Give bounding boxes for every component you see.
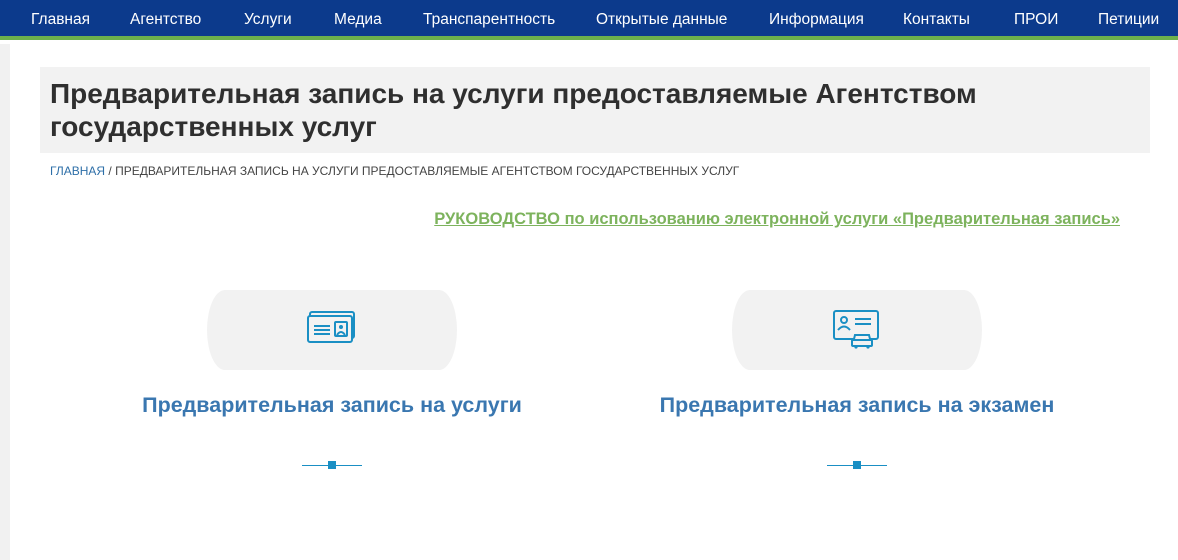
user-guide-link[interactable]: РУКОВОДСТВО по использованию электронной…	[434, 210, 1120, 229]
page-title: Предварительная запись на услуги предост…	[50, 78, 977, 142]
divider-dot	[853, 461, 861, 469]
services-divider	[302, 461, 362, 469]
nav-item-agency[interactable]: Агентство	[130, 11, 201, 29]
page-title-box: Предварительная запись на услуги предост…	[40, 67, 1150, 153]
services-booking-title[interactable]: Предварительная запись на услуги	[132, 393, 532, 418]
exam-divider	[827, 461, 887, 469]
nav-item-proi[interactable]: ПРОИ	[1014, 11, 1058, 29]
nav-item-open-data[interactable]: Открытые данные	[596, 11, 727, 29]
services-booking-tile[interactable]	[207, 290, 457, 370]
breadcrumb: ГЛАВНАЯ / ПРЕДВАРИТЕЛЬНАЯ ЗАПИСЬ НА УСЛУ…	[50, 164, 739, 178]
nav-item-services[interactable]: Услуги	[244, 11, 292, 29]
exam-booking-title[interactable]: Предварительная запись на экзамен	[657, 393, 1057, 418]
nav-item-contacts[interactable]: Контакты	[903, 11, 970, 29]
nav-item-information[interactable]: Информация	[769, 11, 864, 29]
id-card-icon	[306, 308, 358, 353]
breadcrumb-current: ПРЕДВАРИТЕЛЬНАЯ ЗАПИСЬ НА УСЛУГИ ПРЕДОСТ…	[115, 164, 740, 178]
exam-booking-tile[interactable]	[732, 290, 982, 370]
nav-item-petitions[interactable]: Петиции	[1098, 11, 1159, 29]
left-margin-strip	[0, 44, 10, 560]
nav-item-media[interactable]: Медиа	[334, 11, 382, 29]
breadcrumb-separator: /	[105, 164, 116, 178]
nav-item-transparency[interactable]: Транспарентность	[423, 11, 555, 29]
top-navigation: Главная Агентство Услуги Медиа Транспаре…	[0, 0, 1178, 40]
divider-dot	[328, 461, 336, 469]
breadcrumb-home-link[interactable]: ГЛАВНАЯ	[50, 164, 105, 178]
driver-license-icon	[831, 307, 883, 354]
nav-item-home[interactable]: Главная	[31, 11, 90, 29]
